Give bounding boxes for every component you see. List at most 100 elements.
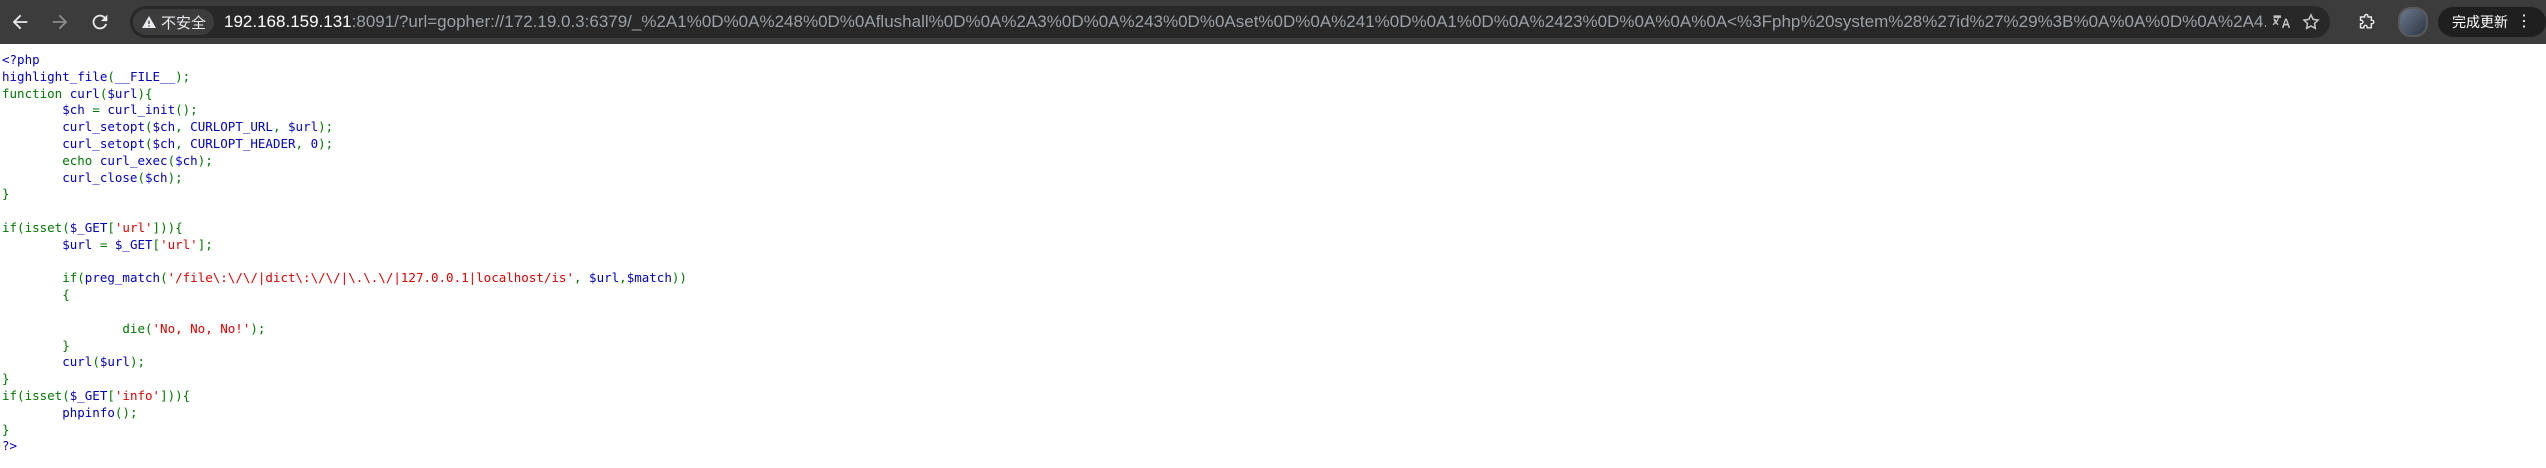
code-token: $ch: [152, 135, 176, 151]
code-token: )): [671, 270, 687, 286]
bookmark-button[interactable]: [2296, 7, 2326, 37]
code-line: if(preg_match('/file\:\/\/|dict\:\/\/|\.…: [2, 270, 2544, 287]
back-arrow-icon: [12, 14, 28, 30]
code-token: }: [2, 421, 10, 437]
code-token: if(: [2, 270, 85, 286]
code-token: $_GET: [69, 387, 108, 403]
url-host: 192.168.159.131: [224, 12, 352, 31]
code-token: curl_init: [107, 102, 176, 118]
code-line: {: [2, 287, 2544, 304]
code-line: $ch = curl_init();: [2, 102, 2544, 119]
code-line: }: [2, 371, 2544, 388]
code-token: CURLOPT_URL: [190, 119, 273, 135]
code-token: [: [107, 219, 115, 235]
code-token: }: [2, 371, 10, 387]
code-token: (: [145, 135, 153, 151]
code-line: function curl($url){: [2, 86, 2544, 103]
code-token: ,: [272, 119, 289, 135]
warning-icon: [142, 16, 156, 28]
page-content: <?php highlight_file(__FILE__); function c…: [0, 44, 2546, 463]
code-token: }: [2, 337, 70, 353]
address-bar[interactable]: 不安全 192.168.159.131:8091/?url=gopher://1…: [130, 6, 2330, 38]
code-token: }: [2, 186, 10, 202]
code-line: echo curl_exec($ch);: [2, 153, 2544, 170]
profile-avatar[interactable]: [2398, 7, 2428, 37]
code-token: ,: [619, 270, 627, 286]
code-line: curl($url);: [2, 354, 2544, 371]
update-button[interactable]: 完成更新 ⋮: [2438, 7, 2546, 37]
browser-toolbar: 不安全 192.168.159.131:8091/?url=gopher://1…: [0, 0, 2546, 44]
code-token: [: [107, 387, 115, 403]
code-token: 'info': [114, 387, 161, 403]
reload-button[interactable]: [84, 6, 116, 38]
code-line: }: [2, 338, 2544, 355]
code-token: (: [107, 68, 115, 84]
code-line: curl_setopt($ch, CURLOPT_URL, $url);: [2, 119, 2544, 136]
code-token: );: [250, 320, 266, 336]
code-token: $url: [2, 236, 100, 252]
code-line: if(isset($_GET['url'])){: [2, 220, 2544, 237]
code-token: [: [152, 236, 161, 252]
code-token: (: [137, 169, 145, 185]
code-token: $url: [288, 119, 319, 135]
code-token: $_GET: [114, 236, 153, 252]
code-token: ,: [175, 119, 191, 135]
reload-icon: [92, 14, 108, 30]
code-token: $match: [626, 270, 672, 286]
code-token: (: [92, 354, 100, 370]
security-chip[interactable]: 不安全: [133, 9, 215, 35]
url-text[interactable]: 192.168.159.131:8091/?url=gopher://172.1…: [224, 12, 2266, 32]
code-token: =: [92, 102, 108, 118]
code-token: 0: [310, 135, 319, 151]
code-token: );: [167, 169, 183, 185]
url-path: :8091/?url=gopher://172.19.0.3:6379/_%2A…: [351, 12, 2266, 31]
code-line: if(isset($_GET['info'])){: [2, 388, 2544, 405]
code-line: <?php: [2, 52, 2544, 69]
code-token: );: [129, 354, 146, 370]
code-token: {: [2, 287, 70, 303]
code-line: }: [2, 186, 2544, 203]
code-token: echo: [2, 152, 100, 168]
code-token: curl_setopt: [2, 135, 145, 151]
code-token: 'No, No, No!': [152, 320, 251, 336]
code-token: $url: [99, 354, 130, 370]
more-vert-icon[interactable]: ⋮: [2516, 14, 2532, 30]
code-token: preg_match: [84, 270, 161, 286]
update-button-label: 完成更新: [2452, 14, 2508, 30]
code-token: ();: [114, 404, 138, 420]
code-token: curl: [69, 85, 100, 101]
back-button[interactable]: [4, 6, 36, 38]
forward-arrow-icon: [52, 14, 68, 30]
code-token: (: [145, 119, 153, 135]
code-token: $url: [589, 270, 620, 286]
code-token: $ch: [175, 152, 198, 168]
code-token: $_GET: [69, 219, 108, 235]
code-token: $ch: [2, 102, 93, 118]
php-source-code: <?php highlight_file(__FILE__); function c…: [2, 52, 2544, 455]
translate-button[interactable]: [2266, 7, 2296, 37]
code-token: $url: [107, 85, 138, 101]
extensions-button[interactable]: [2352, 6, 2384, 38]
code-token: ];: [197, 236, 213, 252]
code-line: ?>: [2, 438, 2544, 455]
code-line: curl_setopt($ch, CURLOPT_HEADER, 0);: [2, 136, 2544, 153]
code-line: phpinfo();: [2, 405, 2544, 422]
code-token: CURLOPT_HEADER: [190, 135, 296, 151]
code-token: $ch: [145, 169, 168, 185]
code-token: '/file\:\/\/|dict\:\/\/|\.\.\/|127.0.0.1…: [167, 270, 574, 286]
code-token: curl_setopt: [2, 119, 145, 135]
code-token: die(: [2, 320, 153, 336]
code-token: (: [160, 270, 168, 286]
code-token: ();: [175, 102, 198, 118]
forward-button[interactable]: [44, 6, 76, 38]
code-token: $ch: [152, 119, 176, 135]
code-line: curl_close($ch);: [2, 170, 2544, 187]
security-label: 不安全: [161, 14, 207, 32]
code-token: ,: [573, 270, 590, 286]
code-line: }: [2, 422, 2544, 439]
extensions-icon: [2359, 13, 2375, 29]
code-token: ,: [175, 135, 191, 151]
